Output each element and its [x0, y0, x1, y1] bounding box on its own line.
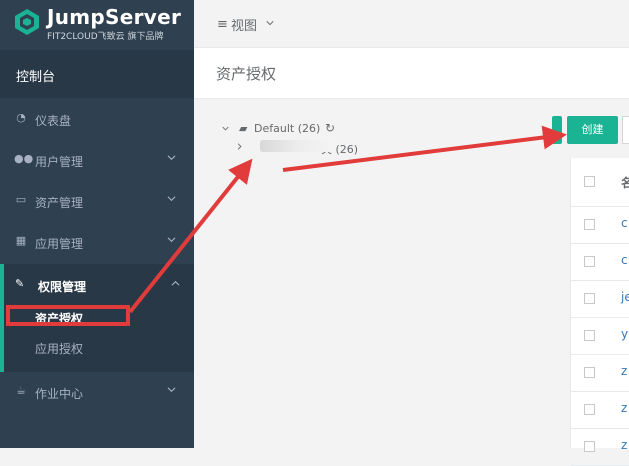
edit-icon: ✎ — [15, 277, 25, 290]
hamburger-icon[interactable]: ≡ — [217, 17, 228, 32]
table-row[interactable]: c — [571, 206, 629, 244]
chevron-down-icon[interactable] — [266, 19, 274, 27]
table-row[interactable]: je — [571, 280, 629, 318]
logo[interactable]: JumpServer FIT2CLOUD飞致云 旗下品牌 — [0, 0, 194, 50]
sidebar-item-label: 应用管理 — [35, 237, 84, 251]
table-row[interactable]: c — [571, 243, 629, 281]
console-label: 控制台 — [16, 70, 56, 85]
dashboard-icon: ◔ — [16, 111, 26, 124]
sidebar-item-label: 作业中心 — [35, 387, 84, 401]
brand-name: JumpServer — [47, 5, 182, 29]
annotation-highlight-box — [6, 305, 130, 326]
table-row[interactable]: z — [571, 428, 629, 466]
chevron-right-icon[interactable] — [236, 143, 243, 150]
create-button[interactable]: 创建 — [567, 116, 618, 144]
chevron-down-icon — [167, 237, 176, 243]
chevron-down-icon — [167, 196, 176, 202]
table-row[interactable]: z — [571, 354, 629, 392]
row-name-link[interactable]: z — [621, 401, 627, 415]
row-name-link[interactable]: je — [621, 290, 629, 304]
sidebar-item-label: 仪表盘 — [35, 114, 72, 128]
table-row[interactable]: z — [571, 391, 629, 429]
row-name-link[interactable]: z — [621, 438, 627, 452]
row-name-link[interactable]: yl — [621, 327, 629, 341]
coffee-icon: ☕ — [16, 384, 26, 397]
row-name-link[interactable]: z — [621, 364, 627, 378]
row-name-link[interactable]: c — [621, 253, 628, 267]
sidebar-item-label: 资产管理 — [35, 196, 84, 210]
brand-subtitle: FIT2CLOUD飞致云 旗下品牌 — [47, 32, 164, 42]
page-header: 资产授权 — [194, 48, 629, 99]
sidebar-item-label: 权限管理 — [38, 280, 87, 294]
row-checkbox[interactable] — [584, 293, 595, 304]
chevron-down-icon — [167, 387, 176, 393]
users-icon: ●● — [14, 152, 34, 165]
sidebar-item-jobs[interactable]: ☕ 作业中心 — [0, 372, 194, 413]
tree-node-label: Default (26) — [254, 122, 321, 135]
sidebar-item-label: 用户管理 — [35, 155, 84, 169]
inbox-icon: ▭ — [15, 193, 27, 206]
permission-table: 名 c c je yl z z z — [570, 158, 629, 466]
console-switcher[interactable]: 控制台 — [0, 50, 194, 98]
redacted-node-name — [260, 140, 332, 152]
table-header: 名 — [571, 158, 629, 207]
jumpserver-logo-icon — [15, 9, 39, 35]
row-checkbox[interactable] — [584, 404, 595, 415]
chevron-down-icon — [167, 155, 176, 161]
select-all-checkbox[interactable] — [584, 176, 595, 187]
action-button[interactable] — [622, 116, 629, 144]
row-checkbox[interactable] — [584, 367, 595, 378]
row-checkbox[interactable] — [584, 330, 595, 341]
row-name-link[interactable]: c — [621, 216, 628, 230]
table-row[interactable]: yl — [571, 317, 629, 355]
row-checkbox[interactable] — [584, 219, 595, 230]
row-checkbox[interactable] — [584, 441, 595, 452]
folder-open-icon: ▰ — [239, 122, 248, 135]
chevron-up-icon — [171, 280, 180, 286]
page-title: 资产授权 — [216, 65, 277, 83]
sidebar-item-assets[interactable]: ▭ 资产管理 — [0, 181, 194, 222]
sidebar-item-applications[interactable]: ▦ 应用管理 — [0, 222, 194, 263]
sidebar-item-permissions[interactable]: ✎ 权限管理 — [4, 264, 194, 305]
view-menu[interactable]: 视图 — [231, 15, 257, 34]
refresh-icon[interactable]: ↻ — [325, 121, 335, 135]
sidebar: JumpServer FIT2CLOUD飞致云 旗下品牌 控制台 ◔ 仪表盘 ●… — [0, 0, 194, 448]
topbar: ≡ 视图 — [194, 0, 629, 48]
grid-icon: ▦ — [15, 234, 27, 247]
sidebar-subitem-app-permission[interactable]: 应用授权 — [35, 340, 83, 357]
sidebar-item-dashboard[interactable]: ◔ 仪表盘 — [0, 99, 194, 140]
sidebar-item-users[interactable]: ●● 用户管理 — [0, 140, 194, 181]
chevron-down-icon[interactable] — [222, 125, 229, 132]
table-header-name[interactable]: 名 — [621, 174, 629, 191]
toggle-tree-button[interactable] — [552, 116, 562, 144]
row-checkbox[interactable] — [584, 256, 595, 267]
